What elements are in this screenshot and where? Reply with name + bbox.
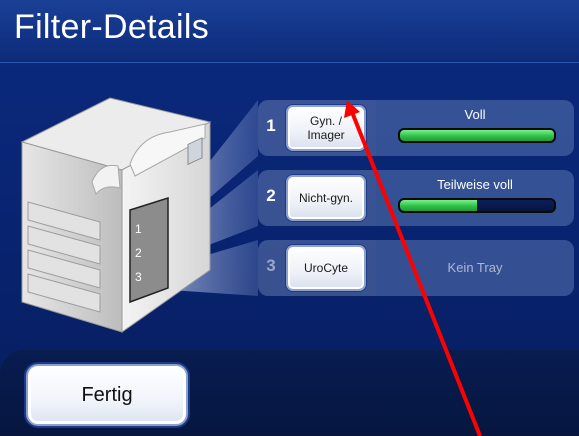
row-number: 3 [266,256,276,275]
status-label: Teilweise voll [437,177,513,192]
done-button[interactable]: Fertig [26,364,188,426]
filter-row-1: 1 Gyn. / Imager Voll [258,100,574,156]
filter-row-3: 3 UroCyte Kein Tray [258,240,574,296]
status-label: Kein Tray [447,260,503,275]
screen: Filter-Details 1 2 3 1 Gyn. / Imager Vol… [0,0,579,436]
row-status-panel: Voll [376,100,574,156]
gyn-imager-button[interactable]: Gyn. / Imager [286,105,366,151]
filter-row-2: 2 Nicht-gyn. Teilweise voll [258,170,574,226]
status-label: Voll [464,107,486,122]
row-status-panel: Teilweise voll [376,170,574,226]
row-status-panel: Kein Tray [376,240,574,296]
row-number: 1 [266,116,276,135]
slot-label-1: 1 [135,222,142,236]
fill-level-bar-fill [400,200,477,211]
slot-label-2: 2 [135,246,142,260]
page-title: Filter-Details [14,8,210,46]
fill-level-bar [398,198,556,213]
row-number: 2 [266,186,276,205]
nicht-gyn-button[interactable]: Nicht-gyn. [286,175,366,221]
fill-level-bar [398,128,556,143]
processor-device-illustration: 1 2 3 [20,97,212,333]
title-bar: Filter-Details [0,0,579,63]
slot-label-3: 3 [135,270,142,284]
fill-level-bar-fill [400,130,554,141]
urocyte-button[interactable]: UroCyte [286,245,366,291]
